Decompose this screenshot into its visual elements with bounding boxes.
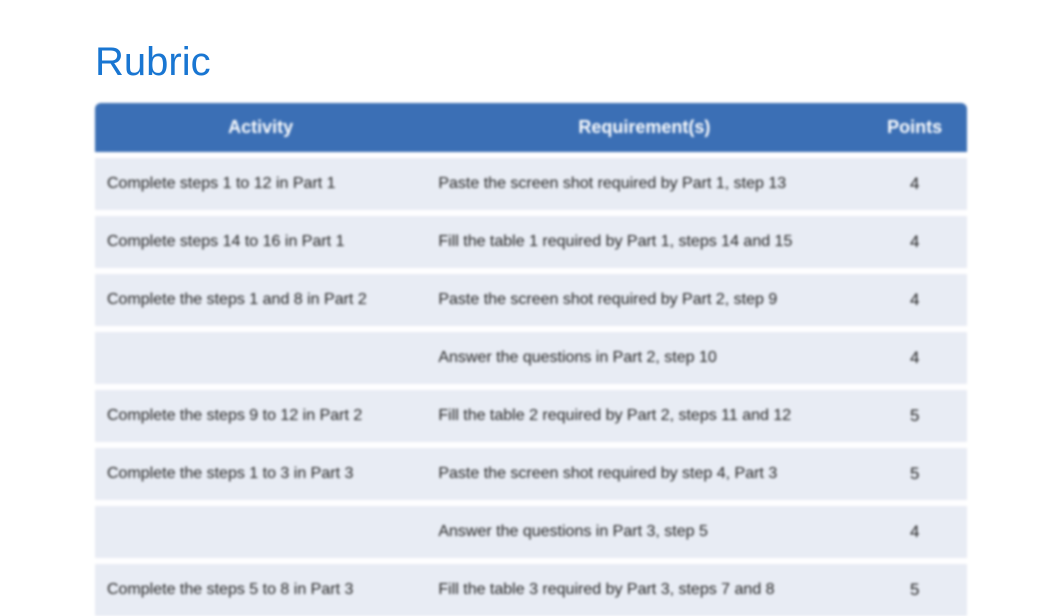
points-cell: 4 (862, 152, 967, 210)
page-title: Rubric (95, 40, 967, 85)
table-row: Complete steps 14 to 16 in Part 1 Fill t… (95, 210, 967, 268)
points-cell: 5 (862, 384, 967, 442)
requirement-cell: Fill the table 3 required by Part 3, ste… (426, 558, 862, 616)
requirement-cell: Paste the screen shot required by step 4… (426, 442, 862, 500)
table-row: Complete the steps 5 to 8 in Part 3 Fill… (95, 558, 967, 616)
points-cell: 4 (862, 500, 967, 558)
activity-cell: Complete the steps 1 and 8 in Part 2 (95, 268, 426, 326)
activity-cell: Complete the steps 1 to 3 in Part 3 (95, 442, 426, 500)
header-points: Points (862, 103, 967, 152)
activity-cell: Complete steps 14 to 16 in Part 1 (95, 210, 426, 268)
activity-cell (95, 500, 426, 558)
requirement-cell: Paste the screen shot required by Part 1… (426, 152, 862, 210)
points-cell: 4 (862, 326, 967, 384)
table-header-row: Activity Requirement(s) Points (95, 103, 967, 152)
activity-cell (95, 326, 426, 384)
table-row: Complete steps 1 to 12 in Part 1 Paste t… (95, 152, 967, 210)
requirement-cell: Paste the screen shot required by Part 2… (426, 268, 862, 326)
activity-cell: Complete steps 1 to 12 in Part 1 (95, 152, 426, 210)
points-cell: 4 (862, 210, 967, 268)
points-cell: 5 (862, 558, 967, 616)
header-requirement: Requirement(s) (426, 103, 862, 152)
points-cell: 5 (862, 442, 967, 500)
requirement-cell: Fill the table 2 required by Part 2, ste… (426, 384, 862, 442)
points-cell: 4 (862, 268, 967, 326)
rubric-table-container: Activity Requirement(s) Points Complete … (95, 103, 967, 616)
requirement-cell: Answer the questions in Part 3, step 5 (426, 500, 862, 558)
table-row: Complete the steps 1 and 8 in Part 2 Pas… (95, 268, 967, 326)
table-row: Complete the steps 1 to 3 in Part 3 Past… (95, 442, 967, 500)
rubric-table: Activity Requirement(s) Points Complete … (95, 103, 967, 616)
requirement-cell: Fill the table 1 required by Part 1, ste… (426, 210, 862, 268)
table-row: Answer the questions in Part 2, step 10 … (95, 326, 967, 384)
table-row: Answer the questions in Part 3, step 5 4 (95, 500, 967, 558)
activity-cell: Complete the steps 5 to 8 in Part 3 (95, 558, 426, 616)
header-activity: Activity (95, 103, 426, 152)
activity-cell: Complete the steps 9 to 12 in Part 2 (95, 384, 426, 442)
table-row: Complete the steps 9 to 12 in Part 2 Fil… (95, 384, 967, 442)
requirement-cell: Answer the questions in Part 2, step 10 (426, 326, 862, 384)
